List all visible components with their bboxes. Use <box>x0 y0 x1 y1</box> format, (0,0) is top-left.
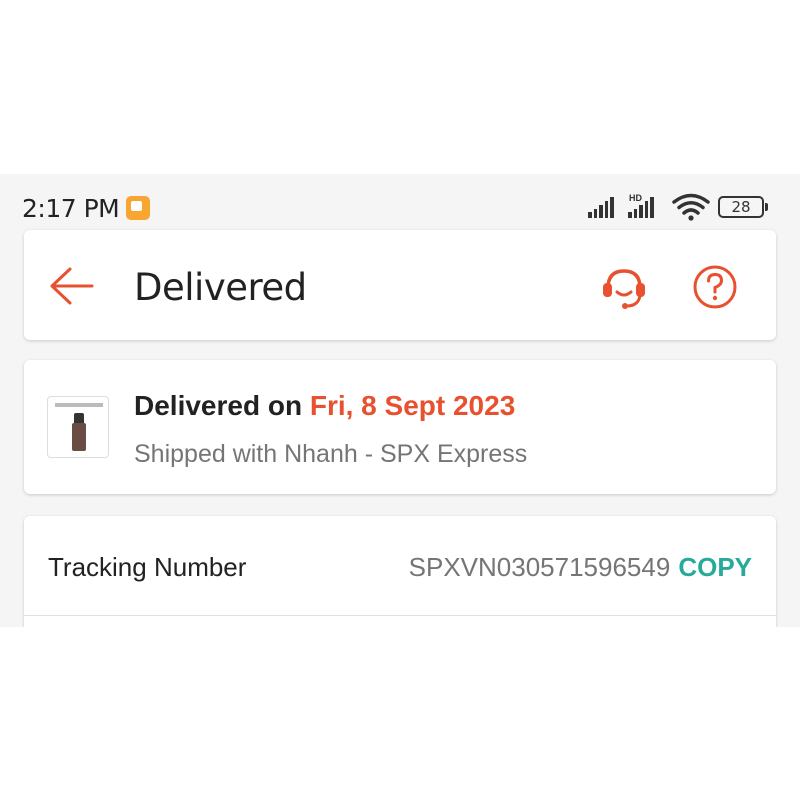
wifi-icon <box>672 193 710 221</box>
product-thumbnail <box>47 396 109 458</box>
battery-icon: 28 <box>718 196 768 218</box>
screen: 2:17 PM HD 28 Delivered Delivered on Fri… <box>0 174 800 627</box>
back-arrow-icon[interactable] <box>48 266 94 306</box>
status-bar: 2:17 PM HD 28 <box>0 174 800 232</box>
header-bar: Delivered <box>24 230 776 340</box>
headset-icon[interactable] <box>600 266 648 310</box>
delivered-prefix: Delivered on <box>134 390 310 421</box>
divider <box>24 615 776 616</box>
delivery-summary-card[interactable]: Delivered on Fri, 8 Sept 2023 Shipped wi… <box>24 360 776 494</box>
delivered-date-line: Delivered on Fri, 8 Sept 2023 <box>134 390 515 422</box>
tracking-label: Tracking Number <box>48 552 247 582</box>
signal-icon-2 <box>628 196 654 218</box>
shipping-carrier: Shipped with Nhanh - SPX Express <box>134 440 528 468</box>
battery-level: 28 <box>731 198 751 216</box>
page-title: Delivered <box>134 266 307 309</box>
tracking-value: SPXVN030571596549 COPY <box>409 552 752 583</box>
delivered-date: Fri, 8 Sept 2023 <box>309 390 516 421</box>
copy-button[interactable]: COPY <box>678 552 752 582</box>
help-icon[interactable] <box>692 264 738 310</box>
tracking-card: Tracking Number SPXVN030571596549 COPY <box>24 516 776 627</box>
notification-icon <box>126 196 150 220</box>
tracking-number: SPXVN030571596549 <box>408 552 671 582</box>
status-time: 2:17 PM <box>22 194 120 223</box>
signal-icon <box>588 196 614 218</box>
